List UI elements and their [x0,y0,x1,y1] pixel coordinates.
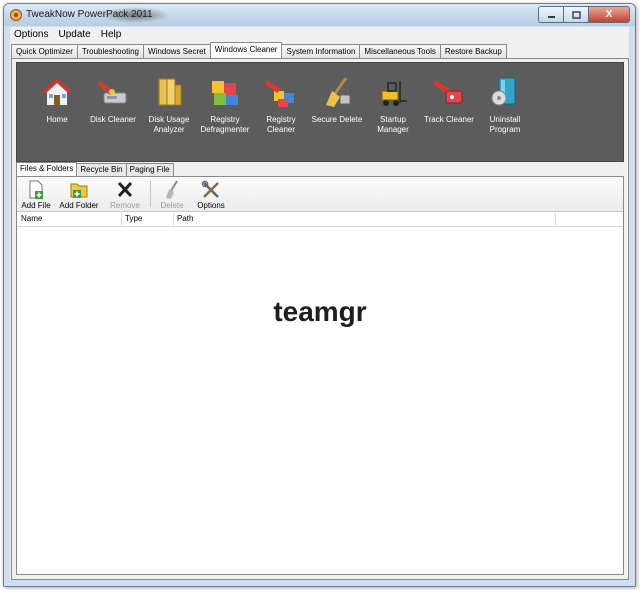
tool-label: Startup Manager [377,115,409,134]
options-button[interactable]: Options [195,180,227,211]
main-tabs: Quick Optimizer Troubleshooting Windows … [11,42,629,58]
tool-strip: Home Disk Cleaner Disk Usage Analyzer Re… [16,62,624,162]
broom-icon [166,180,178,199]
minimize-button[interactable] [538,6,563,23]
delete-label: Delete [160,201,184,210]
tool-label: Disk Usage Analyzer [148,115,190,134]
registry-defrag-icon [212,81,238,105]
close-button[interactable]: X [588,6,630,23]
menu-options[interactable]: Options [10,29,54,40]
action-toolbar: Add File Add Folder Remove Delete Option… [17,177,623,212]
tool-label: Uninstall Program [489,115,521,134]
column-type[interactable]: Type [121,212,173,226]
column-path[interactable]: Path [173,212,557,226]
tool-label: Disk Cleaner [90,115,136,124]
app-icon [10,9,22,21]
add-folder-button[interactable]: Add Folder [59,180,99,211]
title-bar[interactable]: TweakNow PowerPack 2011 X [4,4,635,26]
tab-windows-secret[interactable]: Windows Secret [142,44,211,58]
add-file-label: Add File [21,201,51,210]
tab-system-information[interactable]: System Information [281,44,361,58]
tab-files-folders[interactable]: Files & Folders [16,162,78,176]
tool-label: Home [46,115,68,124]
file-list[interactable]: teamgr [17,227,623,574]
tool-disk-usage-analyzer[interactable]: Disk Usage Analyzer [141,75,197,135]
secure-delete-icon [326,77,351,107]
tab-paging-file[interactable]: Paging File [125,163,174,176]
tab-windows-cleaner[interactable]: Windows Cleaner [209,42,283,58]
home-icon [42,78,72,105]
sub-tabs: Files & Folders Recycle Bin Paging File [16,162,174,176]
tool-track-cleaner[interactable]: Track Cleaner [421,75,477,125]
list-header: Name Type Path [17,212,623,227]
tool-registry-cleaner[interactable]: Registry Cleaner [253,75,309,135]
watermark-text: teamgr [273,296,367,327]
delete-button[interactable]: Delete [157,180,187,211]
tab-recycle-bin[interactable]: Recycle Bin [76,163,127,176]
maximize-button[interactable] [563,6,588,23]
tool-label: Track Cleaner [424,115,474,124]
add-folder-label: Add Folder [59,201,99,210]
tab-restore-backup[interactable]: Restore Backup [439,44,507,58]
tool-home[interactable]: Home [29,75,85,125]
column-divider[interactable] [555,213,556,225]
tool-uninstall-program[interactable]: Uninstall Program [477,75,533,135]
add-file-button[interactable]: Add File [21,180,51,211]
minimize-icon [547,15,555,18]
menu-help[interactable]: Help [97,29,128,40]
options-label: Options [197,201,225,210]
client-area: Options Update Help Quick Optimizer Trou… [10,27,629,580]
app-window: TweakNow PowerPack 2011 X Options Update… [3,3,636,587]
disk-cleaner-icon [98,81,127,104]
maximize-icon [571,10,581,19]
menu-update[interactable]: Update [54,29,96,40]
disk-usage-icon [158,78,182,106]
uninstall-icon [491,77,516,106]
add-file-icon [29,180,43,199]
tool-disk-cleaner[interactable]: Disk Cleaner [85,75,141,125]
menu-bar: Options Update Help [10,27,629,42]
remove-icon [117,181,133,198]
tools-icon [201,180,219,198]
close-icon: X [605,9,613,20]
startup-manager-icon [381,81,407,106]
registry-cleaner-icon [265,80,294,107]
tab-troubleshooting[interactable]: Troubleshooting [76,44,144,58]
tab-quick-optimizer[interactable]: Quick Optimizer [11,44,78,58]
add-folder-icon [70,183,88,198]
tool-registry-defragmenter[interactable]: Registry Defragmenter [197,75,253,135]
tool-label: Registry Defragmenter [200,115,250,134]
column-name[interactable]: Name [17,212,121,226]
tool-label: Secure Delete [311,115,363,124]
windows-cleaner-panel: Home Disk Cleaner Disk Usage Analyzer Re… [11,58,629,580]
files-folders-panel: Add File Add Folder Remove Delete Option… [16,176,624,575]
tool-secure-delete[interactable]: Secure Delete [309,75,365,125]
track-cleaner-icon [433,80,463,104]
tab-miscellaneous-tools[interactable]: Miscellaneous Tools [359,44,441,58]
title-bar-blur [100,7,170,23]
toolbar-separator [150,181,151,207]
remove-button[interactable]: Remove [109,180,141,211]
tool-label: Registry Cleaner [266,115,296,134]
tool-startup-manager[interactable]: Startup Manager [365,75,421,135]
remove-label: Remove [110,201,140,210]
